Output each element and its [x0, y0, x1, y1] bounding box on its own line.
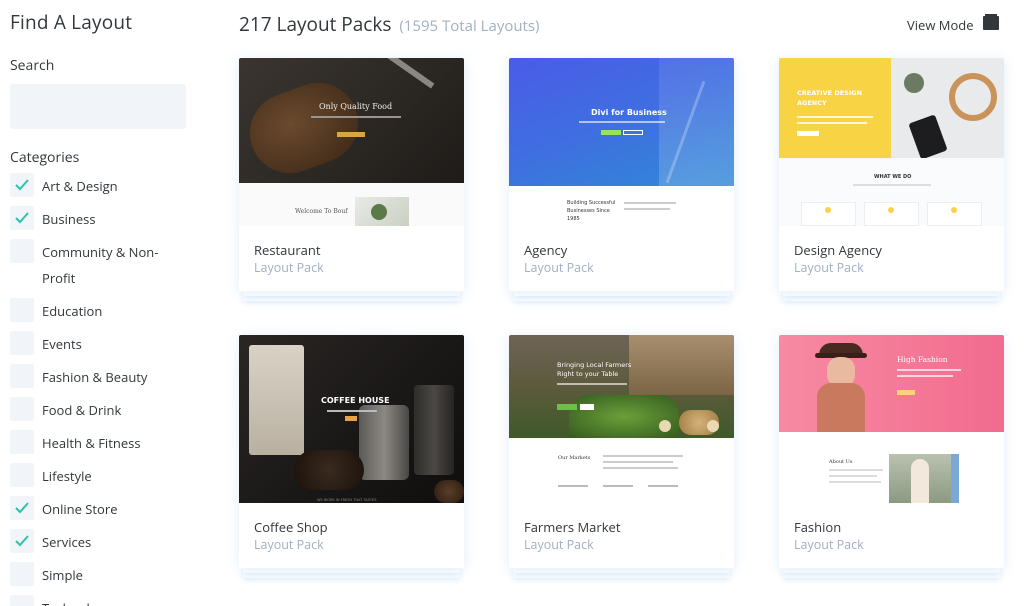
card-face: Only Quality Food Welcome To Bouf Restau… [239, 58, 464, 291]
sidebar: Find A Layout Search Categories Art & De… [0, 0, 200, 606]
category-checkbox[interactable] [10, 595, 34, 606]
pack-count: 217 Layout Packs [239, 11, 392, 37]
category-label: Education [42, 302, 103, 320]
total-layouts-count: (1595 Total Layouts) [399, 16, 540, 36]
category-events[interactable]: Events [10, 331, 172, 357]
card-thumbnail: Only Quality Food Welcome To Bouf [239, 58, 464, 226]
layout-card-fashion[interactable]: High Fashion About Us Fashion Layout Pac… [779, 335, 1004, 578]
thumb-headline: Bringing Local Farmers Right to your Tab… [557, 361, 632, 378]
checkmark-icon [15, 502, 29, 514]
category-label: Food & Drink [42, 401, 122, 419]
layout-card-coffee-shop[interactable]: COFFEE HOUSE WE WORK IN FRESH THAT TASTE… [239, 335, 464, 578]
category-label: Online Store [42, 500, 118, 518]
card-subtitle: Layout Pack [524, 259, 594, 276]
grid-icon[interactable] [982, 13, 1000, 31]
category-label: Technology [42, 595, 172, 606]
category-checkbox[interactable] [10, 331, 34, 355]
category-checkbox[interactable] [10, 364, 34, 388]
category-checkbox[interactable] [10, 206, 34, 230]
category-art-design[interactable]: Art & Design [10, 173, 172, 199]
category-fashion-beauty[interactable]: Fashion & Beauty [10, 364, 172, 390]
layout-card-restaurant[interactable]: Only Quality Food Welcome To Bouf Restau… [239, 58, 464, 301]
card-thumbnail: CREATIVE DESIGN AGENCY WHAT WE DO [779, 58, 1004, 226]
checkmark-icon [15, 212, 29, 224]
category-checkbox[interactable] [10, 463, 34, 487]
category-label: Art & Design [42, 177, 118, 195]
thumb-lower-text: Welcome To Bouf [295, 208, 348, 215]
card-subtitle: Layout Pack [794, 259, 864, 276]
search-input[interactable] [10, 84, 186, 129]
category-checkbox[interactable] [10, 173, 34, 197]
card-face: High Fashion About Us Fashion Layout Pac… [779, 335, 1004, 568]
card-subtitle: Layout Pack [254, 536, 324, 553]
card-thumbnail: Bringing Local Farmers Right to your Tab… [509, 335, 734, 503]
category-checkbox[interactable] [10, 529, 34, 553]
card-thumbnail: COFFEE HOUSE WE WORK IN FRESH THAT TASTE… [239, 335, 464, 503]
category-label: Services [42, 533, 92, 551]
card-title: Agency [524, 241, 568, 259]
card-title: Design Agency [794, 241, 882, 259]
category-checkbox[interactable] [10, 397, 34, 421]
card-thumbnail: Divi for Business Building Successful Bu… [509, 58, 734, 226]
category-checkbox[interactable] [10, 430, 34, 454]
category-food-drink[interactable]: Food & Drink [10, 397, 172, 423]
thumb-lower-text: Our Markets [558, 455, 591, 461]
card-title: Restaurant [254, 241, 321, 259]
category-checkbox[interactable] [10, 562, 34, 586]
thumb-headline: COFFEE HOUSE [321, 396, 390, 405]
thumb-headline: CREATIVE DESIGN AGENCY [797, 89, 863, 107]
view-mode-button[interactable]: View Mode [907, 16, 974, 34]
category-label: Lifestyle [42, 467, 92, 485]
search-label: Search [10, 56, 55, 75]
checkmark-icon [15, 179, 29, 191]
sidebar-title: Find A Layout [10, 9, 133, 35]
category-services[interactable]: Services [10, 529, 172, 555]
category-lifestyle[interactable]: Lifestyle [10, 463, 172, 489]
card-thumbnail: High Fashion About Us [779, 335, 1004, 503]
categories-label: Categories [10, 148, 80, 167]
card-face: Bringing Local Farmers Right to your Tab… [509, 335, 734, 568]
category-online-store[interactable]: Online Store [10, 496, 172, 522]
category-label: Business [42, 210, 96, 228]
card-title: Coffee Shop [254, 518, 328, 536]
card-subtitle: Layout Pack [794, 536, 864, 553]
category-label: Health & Fitness [42, 434, 141, 452]
card-face: Divi for Business Building Successful Bu… [509, 58, 734, 291]
category-simple[interactable]: Simple [10, 562, 172, 588]
category-label: Fashion & Beauty [42, 368, 148, 386]
card-face: COFFEE HOUSE WE WORK IN FRESH THAT TASTE… [239, 335, 464, 568]
thumb-headline: Divi for Business [591, 108, 667, 117]
category-community-non-profit[interactable]: Community & Non-Profit [10, 239, 172, 291]
category-education[interactable]: Education [10, 298, 172, 324]
category-checkbox[interactable] [10, 239, 34, 263]
layout-card-agency[interactable]: Divi for Business Building Successful Bu… [509, 58, 734, 301]
page-title: 217 Layout Packs (1595 Total Layouts) [239, 11, 539, 37]
category-label: Events [42, 335, 82, 353]
thumb-lower-text: Building Successful Businesses Since 198… [567, 200, 616, 222]
thumb-lower-text: WE WORK IN FRESH THAT TASTES [317, 498, 377, 502]
card-title: Farmers Market [524, 518, 621, 536]
category-label: Community & Non-Profit [42, 243, 159, 287]
card-subtitle: Layout Pack [254, 259, 324, 276]
thumb-headline: High Fashion [897, 355, 948, 364]
category-checkbox[interactable] [10, 298, 34, 322]
category-list: Art & Design Business Community & Non-Pr… [10, 173, 172, 606]
category-business[interactable]: Business [10, 206, 172, 232]
card-title: Fashion [794, 518, 842, 536]
thumb-headline: Only Quality Food [319, 102, 393, 111]
thumb-lower-text: WHAT WE DO [874, 174, 912, 180]
layout-card-design-agency[interactable]: CREATIVE DESIGN AGENCY WHAT WE DO Design… [779, 58, 1004, 301]
checkmark-icon [15, 535, 29, 547]
category-checkbox[interactable] [10, 496, 34, 520]
card-subtitle: Layout Pack [524, 536, 594, 553]
category-label: Simple [42, 566, 83, 584]
card-face: CREATIVE DESIGN AGENCY WHAT WE DO Design… [779, 58, 1004, 291]
thumb-lower-text: About Us [829, 459, 853, 465]
layout-card-farmers-market[interactable]: Bringing Local Farmers Right to your Tab… [509, 335, 734, 578]
category-health-fitness[interactable]: Health & Fitness [10, 430, 172, 456]
category-technology[interactable]: Technology [10, 595, 172, 606]
